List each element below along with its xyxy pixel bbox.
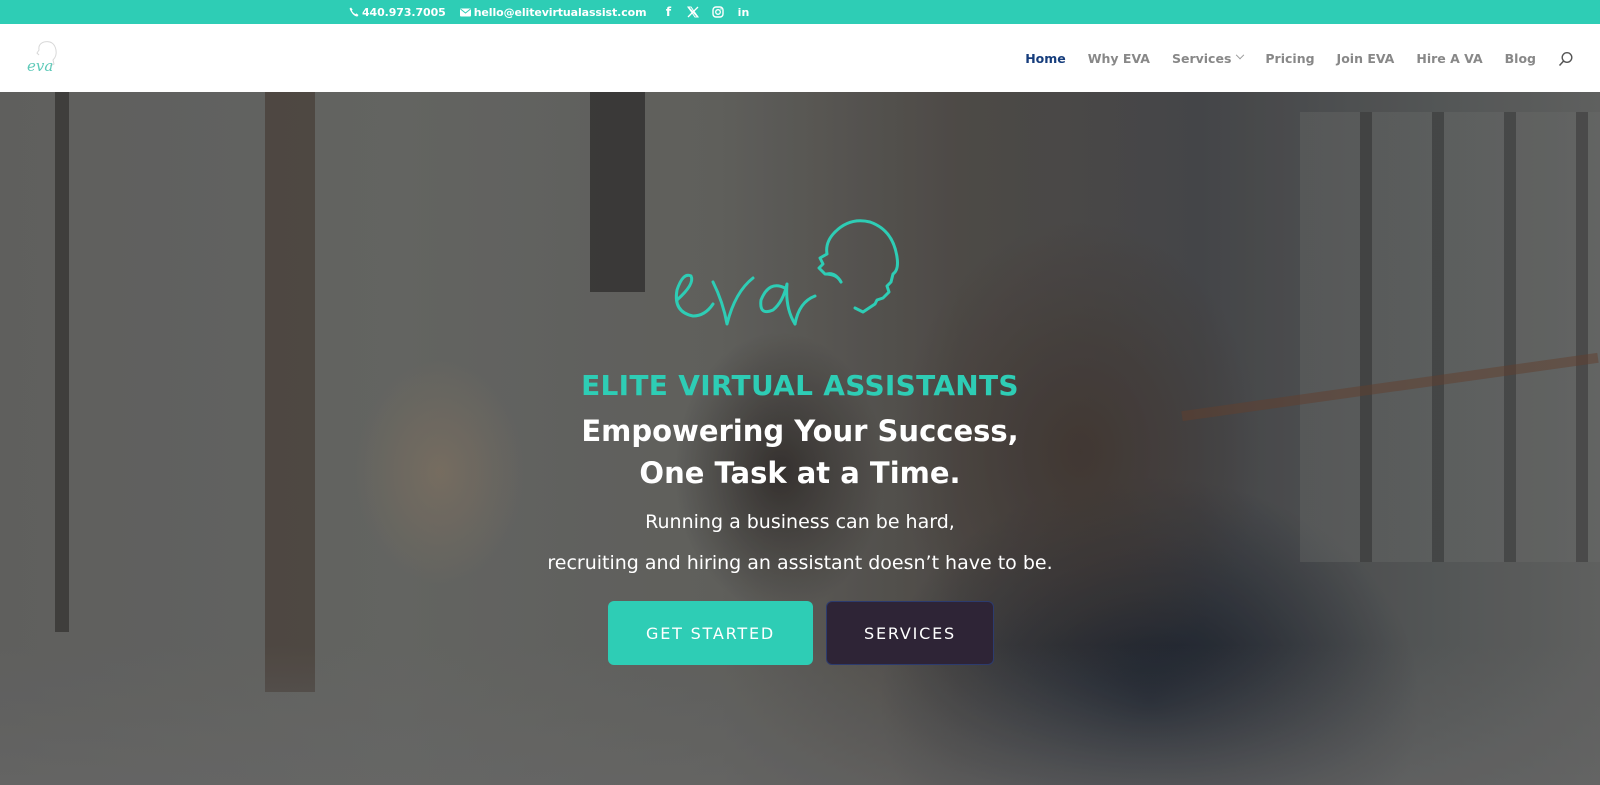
hero-subtext-line-1: Running a business can be hard, — [645, 511, 955, 533]
linkedin-icon[interactable]: in — [737, 5, 750, 19]
nav-services-label: Services — [1171, 50, 1232, 66]
top-contact-bar: 440.973.7005 hello@elitevirtualassist.co… — [0, 0, 1600, 24]
nav-home-label: Home — [1025, 50, 1066, 66]
facebook-icon[interactable]: f — [662, 5, 674, 19]
site-logo[interactable]: eva — [24, 38, 64, 78]
phone-number: 440.973.7005 — [362, 5, 446, 19]
site-header: eva Home Why EVA Services Pricing Join E… — [0, 24, 1600, 92]
nav-why-eva[interactable]: Why EVA — [1088, 51, 1150, 66]
chevron-down-icon — [1236, 50, 1245, 60]
x-twitter-icon[interactable] — [687, 5, 700, 19]
hero-subtext-line-2: recruiting and hiring an assistant doesn… — [547, 552, 1053, 574]
nav-join-eva[interactable]: Join EVA — [1337, 51, 1395, 66]
nav-hire-a-va-label: Hire A VA — [1416, 50, 1483, 66]
nav-blog[interactable]: Blog — [1505, 51, 1536, 66]
hero-headline: Empowering Your Success, One Task at a T… — [0, 410, 1600, 494]
hero-eva-logo — [665, 212, 925, 342]
phone-icon — [348, 6, 360, 18]
nav-pricing-label: Pricing — [1265, 50, 1315, 66]
nav-home[interactable]: Home — [1025, 51, 1066, 66]
nav-hire-a-va[interactable]: Hire A VA — [1416, 51, 1482, 66]
envelope-icon — [460, 6, 472, 18]
headline-line-2: One Task at a Time. — [639, 456, 961, 490]
hero-eyebrow: ELITE VIRTUAL ASSISTANTS — [581, 369, 1019, 402]
hero-content: ELITE VIRTUAL ASSISTANTS Empowering Your… — [0, 92, 1600, 785]
instagram-icon[interactable] — [712, 5, 725, 19]
headline-line-1: Empowering Your Success, — [581, 414, 1019, 448]
services-button[interactable]: SERVICES — [826, 601, 994, 665]
hero-section: ELITE VIRTUAL ASSISTANTS Empowering Your… — [0, 92, 1600, 785]
email-address: hello@elitevirtualassist.com — [473, 5, 647, 19]
nav-pricing[interactable]: Pricing — [1265, 51, 1314, 66]
nav-services[interactable]: Services — [1171, 50, 1245, 66]
svg-text:eva: eva — [27, 57, 53, 75]
nav-join-eva-label: Join EVA — [1336, 50, 1395, 66]
phone-link[interactable]: 440.973.7005 — [348, 6, 446, 19]
get-started-button[interactable]: GET STARTED — [608, 601, 813, 665]
search-icon[interactable] — [1558, 51, 1574, 67]
nav-blog-label: Blog — [1504, 50, 1536, 66]
main-nav: Home Why EVA Services Pricing Join EVA H… — [1025, 24, 1536, 92]
social-links: f in — [662, 5, 749, 19]
email-link[interactable]: hello@elitevirtualassist.com — [460, 6, 647, 19]
nav-why-eva-label: Why EVA — [1087, 50, 1150, 66]
